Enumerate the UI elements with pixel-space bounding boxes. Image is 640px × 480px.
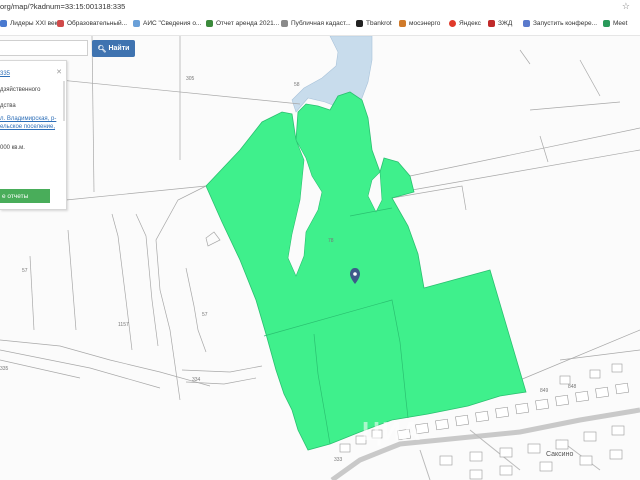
panel-scrollbar[interactable] bbox=[63, 81, 65, 121]
bookmark-icon bbox=[281, 20, 288, 27]
parcel-label: 78 bbox=[328, 238, 334, 244]
bookmark-item[interactable]: Запустить конфере... bbox=[523, 20, 597, 27]
bookmark-icon bbox=[399, 20, 406, 27]
url-text[interactable]: org/map/?kadnum=33:15:001318:335 bbox=[0, 2, 125, 11]
cadastral-number-link[interactable]: 335 bbox=[0, 71, 10, 77]
selected-parcel[interactable] bbox=[205, 91, 527, 451]
parcel-label: 334 bbox=[192, 377, 201, 383]
parcel-label: 57 bbox=[202, 312, 208, 318]
bookmark-item[interactable]: Публичная кадаст... bbox=[281, 20, 351, 27]
search-icon: 🔍︎ bbox=[97, 45, 107, 53]
address-link[interactable]: ельское поселение, bbox=[0, 124, 55, 130]
parcel-label: 57 bbox=[22, 268, 28, 274]
bookmark-item[interactable]: Meet bbox=[603, 20, 627, 27]
bookmark-item[interactable]: мосэнерго bbox=[399, 20, 440, 27]
parcel-label: 58 bbox=[294, 82, 300, 88]
address-link[interactable]: л. Владимирская, р- bbox=[0, 116, 56, 122]
parcel-label: 849 bbox=[540, 388, 549, 394]
reports-button[interactable]: е отчеты bbox=[0, 189, 50, 203]
land-category-text: дзяйственного bbox=[0, 87, 41, 93]
bookmark-icon bbox=[488, 20, 495, 27]
parcel-label: 848 bbox=[568, 384, 577, 390]
cadastral-map[interactable]: 305 58 57 57 1157 335 78 334 333 849 848… bbox=[0, 36, 640, 480]
bookmark-item[interactable]: Яндекс bbox=[449, 20, 481, 27]
land-use-text: дства bbox=[0, 103, 16, 109]
bookmark-item[interactable]: АИС "Сведения о... bbox=[133, 20, 201, 27]
close-icon[interactable]: ✕ bbox=[56, 68, 62, 76]
bookmark-item[interactable]: Tbankrot bbox=[356, 20, 392, 27]
bookmark-star-icon[interactable]: ☆ bbox=[622, 1, 630, 12]
bookmark-icon bbox=[449, 20, 456, 27]
address-bar[interactable]: org/map/?kadnum=33:15:001318:335 ☆ bbox=[0, 0, 640, 14]
bookmark-icon bbox=[523, 20, 530, 27]
parcel-label: 305 bbox=[186, 76, 195, 82]
watermark: ЦИА bbox=[362, 416, 422, 446]
bookmark-icon bbox=[57, 20, 64, 27]
bookmark-icon bbox=[356, 20, 363, 27]
bookmark-icon bbox=[133, 20, 140, 27]
village-label: Саксино bbox=[546, 451, 573, 458]
bookmark-item[interactable]: Лидеры XXI века bbox=[0, 20, 61, 27]
map-canvas[interactable]: 305 58 57 57 1157 335 78 334 333 849 848… bbox=[0, 36, 640, 480]
search-input[interactable] bbox=[0, 40, 88, 56]
bookmark-icon bbox=[206, 20, 213, 27]
bookmark-icon bbox=[0, 20, 7, 27]
search-button[interactable]: 🔍︎ Найти bbox=[92, 40, 135, 57]
parcel-label: 1157 bbox=[118, 322, 129, 328]
parcel-info-panel: ✕ 335 дзяйственного дства л. Владимирска… bbox=[0, 60, 67, 210]
bookmark-item[interactable]: Отчет аренда 2021... bbox=[206, 20, 279, 27]
bookmark-item[interactable]: Образовательный... bbox=[57, 20, 127, 27]
parcel-label: 335 bbox=[0, 366, 9, 372]
bookmark-icon bbox=[603, 20, 610, 27]
bookmarks-bar: Лидеры XXI века Образовательный... АИС "… bbox=[0, 14, 640, 36]
parcel-label: 333 bbox=[334, 457, 343, 463]
area-text: 000 кв.м. bbox=[0, 145, 25, 151]
bookmark-item[interactable]: ЗЖД bbox=[488, 20, 512, 27]
